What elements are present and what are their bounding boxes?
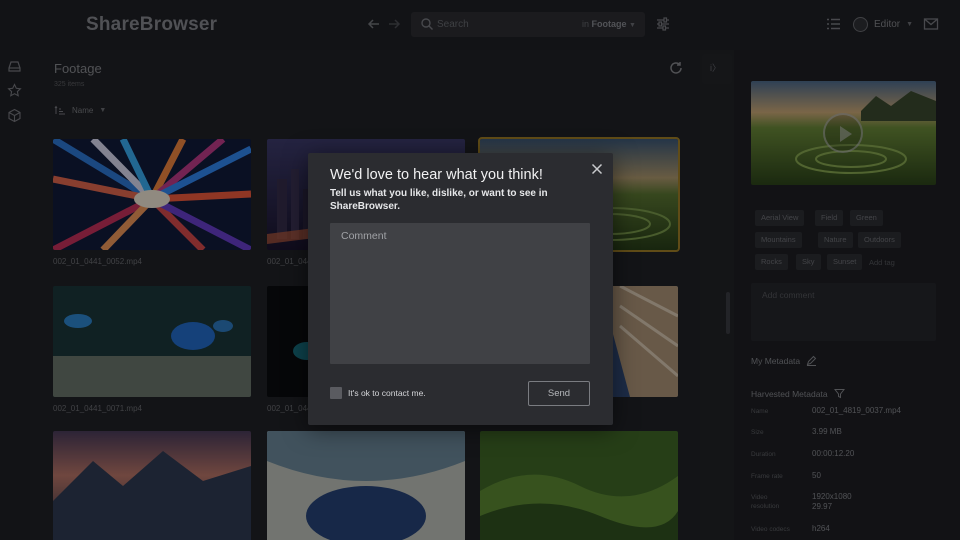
dialog-title: We'd love to hear what you think! (330, 167, 543, 183)
feedback-dialog: We'd love to hear what you think! Tell u… (308, 153, 613, 425)
dialog-subtitle: Tell us what you like, dislike, or want … (330, 188, 548, 212)
feedback-comment-input[interactable] (330, 223, 590, 364)
contact-consent-checkbox[interactable] (330, 387, 342, 399)
contact-consent-label[interactable]: It's ok to contact me. (348, 388, 426, 398)
close-icon[interactable] (589, 161, 605, 177)
send-button[interactable]: Send (528, 381, 590, 406)
contact-consent-row: It's ok to contact me. (330, 387, 426, 399)
feedback-comment-field (330, 223, 590, 364)
app-window: ShareBrowser in Footage ▼ Edito (0, 0, 960, 540)
